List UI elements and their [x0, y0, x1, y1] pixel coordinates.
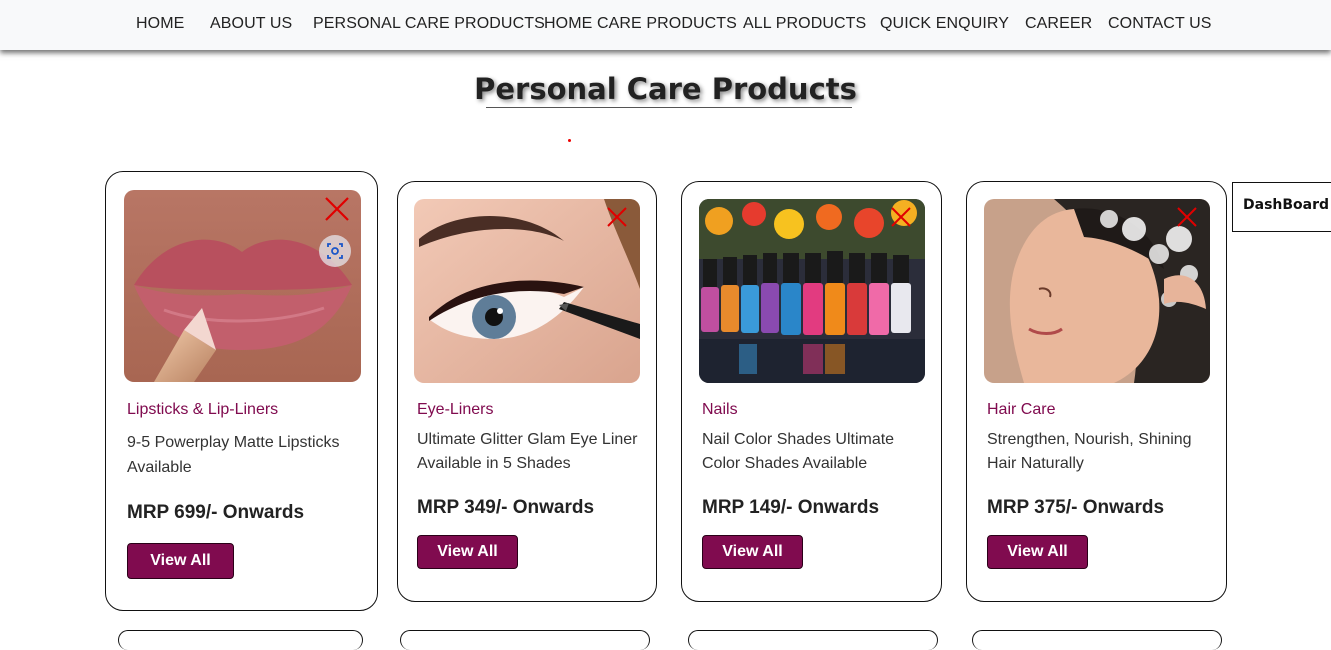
- view-all-button[interactable]: View All: [127, 543, 234, 579]
- view-all-button[interactable]: View All: [417, 535, 518, 569]
- product-price: MRP 699/- Onwards: [127, 502, 305, 523]
- product-price: MRP 349/- Onwards: [417, 497, 595, 518]
- product-description: Nail Color Shades Ultimate Color Shades …: [702, 431, 895, 472]
- next-row-card: [118, 630, 363, 650]
- product-category: Eye-Liners: [417, 401, 494, 418]
- lens-icon[interactable]: [319, 235, 351, 267]
- nav-quick-enquiry[interactable]: QUICK ENQUIRY: [880, 15, 1009, 33]
- product-card-hair-care: Hair Care Strengthen, Nourish, Shining H…: [966, 181, 1227, 602]
- product-category: Nails: [702, 401, 738, 418]
- nav-career[interactable]: CAREER: [1025, 15, 1092, 33]
- product-description: 9-5 Powerplay Matte Lipsticks Available: [127, 434, 340, 476]
- product-category: Hair Care: [987, 401, 1056, 418]
- product-description: Strengthen, Nourish, Shining Hair Natura…: [987, 431, 1192, 472]
- product-price: MRP 375/- Onwards: [987, 497, 1165, 518]
- page-title: Personal Care Products: [474, 72, 857, 106]
- product-card-lipsticks: Lipsticks & Lip-Liners 9-5 Powerplay Mat…: [105, 171, 378, 611]
- view-all-button[interactable]: View All: [987, 535, 1088, 569]
- top-navbar: HOME ABOUT US PERSONAL CARE PRODUCTS HOM…: [0, 0, 1331, 50]
- nav-home-care-products[interactable]: HOME CARE PRODUCTS: [544, 15, 737, 33]
- close-icon[interactable]: [324, 196, 350, 222]
- product-description: Ultimate Glitter Glam Eye Liner Availabl…: [417, 431, 638, 472]
- next-row-card: [400, 630, 650, 650]
- view-all-button[interactable]: View All: [702, 535, 803, 569]
- close-icon[interactable]: [606, 206, 628, 228]
- product-category: Lipsticks & Lip-Liners: [127, 401, 279, 418]
- nav-all-products[interactable]: ALL PRODUCTS: [743, 15, 866, 33]
- title-underline: [486, 107, 852, 108]
- next-row-card: [688, 630, 938, 650]
- product-card-nails: Nails Nail Color Shades Ultimate Color S…: [681, 181, 942, 602]
- next-row-card: [972, 630, 1222, 650]
- product-card-eye-liners: Eye-Liners Ultimate Glitter Glam Eye Lin…: [397, 181, 657, 602]
- nav-home[interactable]: HOME: [136, 15, 184, 33]
- nav-about-us[interactable]: ABOUT US: [210, 15, 292, 33]
- decorative-dot: [568, 139, 571, 142]
- product-price: MRP 149/- Onwards: [702, 497, 880, 518]
- dashboard-button[interactable]: DashBoard: [1232, 182, 1331, 232]
- close-icon[interactable]: [890, 206, 912, 228]
- nav-menu: HOME ABOUT US PERSONAL CARE PRODUCTS HOM…: [0, 0, 1331, 50]
- close-icon[interactable]: [1176, 206, 1198, 228]
- nav-contact-us[interactable]: CONTACT US: [1108, 15, 1212, 33]
- nav-personal-care-products[interactable]: PERSONAL CARE PRODUCTS: [313, 15, 545, 33]
